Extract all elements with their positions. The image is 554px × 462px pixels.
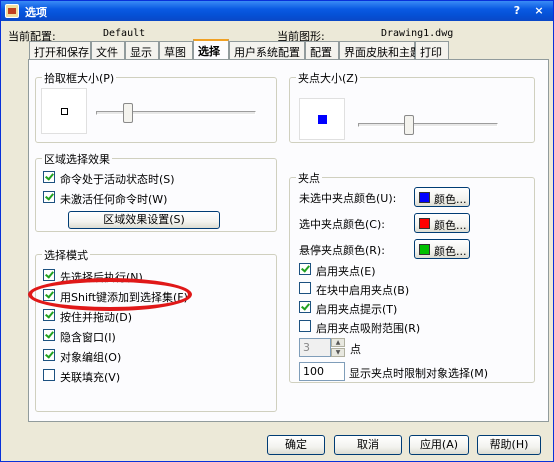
title-bar[interactable]: 选项 ? ×: [1, 1, 553, 21]
tab-open-save[interactable]: 打开和保存: [29, 41, 91, 59]
grip-preview: [299, 98, 345, 140]
checkbox-object-grouping[interactable]: [43, 349, 55, 361]
option-grips-in-blocks[interactable]: 在块中启用夹点(B): [299, 281, 499, 297]
window-title: 选项: [25, 6, 47, 19]
grip-point-spinner[interactable]: ▲ ▼: [331, 338, 345, 357]
tab-skins-themes[interactable]: 界面皮肤和主题: [339, 41, 421, 59]
option-enable-grips[interactable]: 启用夹点(E): [299, 262, 499, 278]
label-grip-tips: 启用夹点提示(T): [316, 303, 398, 316]
grip-size-group: 夹点大小(Z): [289, 70, 535, 143]
pickbox-size-group: 拾取框大小(P): [35, 70, 277, 143]
option-grip-snap-range[interactable]: 启用夹点吸附范围(R): [299, 319, 499, 335]
pickbox-slider-track[interactable]: [96, 111, 256, 115]
blue-swatch-icon: [419, 192, 430, 203]
label-grip-snap-range: 启用夹点吸附范围(R): [316, 322, 421, 335]
checkbox-command-active[interactable]: [43, 171, 55, 183]
checkbox-noun-verb[interactable]: [43, 269, 55, 281]
grip-square-icon: [318, 115, 327, 124]
label-no-command: 未激活任何命令时(W): [60, 193, 168, 206]
unselected-grip-color-button[interactable]: 颜色...: [414, 187, 470, 207]
checkbox-associative-hatch[interactable]: [43, 369, 55, 381]
label-command-active: 命令处于活动状态时(S): [60, 173, 175, 186]
checkbox-no-command[interactable]: [43, 191, 55, 203]
label-implied-window: 隐含窗口(I): [60, 331, 116, 344]
app-icon: [5, 4, 19, 18]
current-profile-value: Default: [103, 28, 146, 39]
grip-slider-thumb[interactable]: [403, 115, 414, 135]
grip-size-title: 夹点大小(Z): [296, 70, 361, 86]
red-swatch-icon: [419, 218, 430, 229]
tab-drafting[interactable]: 草图: [159, 41, 193, 59]
checkbox-grip-tips[interactable]: [299, 301, 311, 313]
label-noun-verb: 先选择后执行(N): [60, 271, 143, 284]
checkbox-enable-grips[interactable]: [299, 263, 311, 275]
label-grips-in-blocks: 在块中启用夹点(B): [316, 284, 410, 297]
option-object-grouping[interactable]: 对象编组(O): [43, 348, 263, 364]
help-icon[interactable]: ?: [507, 3, 527, 19]
tab-display[interactable]: 显示: [125, 41, 159, 59]
label-enable-grips: 启用夹点(E): [316, 265, 376, 278]
help-button[interactable]: 帮助(H): [477, 435, 541, 455]
option-command-active[interactable]: 命令处于活动状态时(S): [43, 170, 263, 186]
checkbox-shift-add[interactable]: [43, 289, 55, 301]
selected-grip-color-button[interactable]: 颜色...: [414, 213, 470, 233]
selected-grip-color-button-label: 颜色...: [434, 219, 467, 232]
grip-slider-track[interactable]: [358, 123, 498, 127]
option-associative-hatch[interactable]: 关联填充(V): [43, 368, 263, 384]
option-noun-verb[interactable]: 先选择后执行(N): [43, 268, 263, 284]
pickbox-preview: [41, 88, 87, 134]
label-associative-hatch: 关联填充(V): [60, 371, 121, 384]
grip-limit-input[interactable]: 100: [299, 362, 345, 381]
pickbox-square-icon: [61, 108, 68, 115]
label-press-drag: 按住并拖动(D): [60, 311, 133, 324]
tab-plot[interactable]: 打印: [415, 41, 449, 59]
selected-grip-color-label: 选中夹点颜色(C):: [299, 218, 385, 231]
spin-down-icon[interactable]: ▼: [331, 348, 345, 357]
hover-grip-color-button[interactable]: 颜色...: [414, 239, 470, 259]
option-no-command[interactable]: 未激活任何命令时(W): [43, 190, 263, 206]
checkbox-grips-in-blocks[interactable]: [299, 282, 311, 294]
selection-tab-panel: 拾取框大小(P) 区域选择效果 命令处于活动状态时(S) 未激活任何命令时(W)…: [28, 59, 549, 422]
grip-point-input[interactable]: 3: [299, 338, 331, 357]
grip-limit-label: 显示夹点时限制对象选择(M): [349, 367, 489, 380]
ok-button[interactable]: 确定: [267, 435, 325, 455]
spin-up-icon[interactable]: ▲: [331, 338, 345, 347]
unselected-grip-color-label: 未选中夹点颜色(U):: [299, 192, 397, 205]
close-icon[interactable]: ×: [529, 3, 549, 19]
hover-grip-color-button-label: 颜色...: [434, 245, 467, 258]
area-effect-settings-button[interactable]: 区域效果设置(S): [68, 211, 220, 229]
grips-title: 夹点: [296, 170, 322, 186]
label-shift-add: 用Shift键添加到选择集(F): [60, 291, 188, 304]
cancel-button[interactable]: 取消: [334, 435, 402, 455]
unselected-grip-color-button-label: 颜色...: [434, 193, 467, 206]
hover-grip-color-label: 悬停夹点颜色(R):: [299, 244, 385, 257]
tab-profiles[interactable]: 配置: [305, 41, 339, 59]
pickbox-slider-thumb[interactable]: [123, 103, 133, 123]
checkbox-press-drag[interactable]: [43, 309, 55, 321]
option-implied-window[interactable]: 隐含窗口(I): [43, 328, 263, 344]
pickbox-size-title: 拾取框大小(P): [42, 70, 117, 86]
tab-user-preferences[interactable]: 用户系统配置: [229, 41, 305, 59]
grip-point-unit: 点: [350, 343, 361, 356]
selection-modes-group: 选择模式 先选择后执行(N) 用Shift键添加到选择集(F) 按住并拖动(D)…: [35, 247, 277, 412]
tab-selection[interactable]: 选择: [193, 39, 229, 60]
checkbox-grip-snap-range[interactable]: [299, 320, 311, 332]
option-shift-add[interactable]: 用Shift键添加到选择集(F): [43, 288, 263, 304]
apply-button[interactable]: 应用(A): [409, 435, 469, 455]
current-drawing-value: Drawing1.dwg: [381, 28, 454, 39]
area-selection-title: 区域选择效果: [42, 151, 112, 167]
selection-modes-title: 选择模式: [42, 247, 90, 263]
grips-group: 夹点 未选中夹点颜色(U): 颜色... 选中夹点颜色(C): 颜色... 悬停…: [289, 170, 535, 383]
options-dialog: 选项 ? × 当前配置: Default 当前图形: Drawing1.dwg …: [0, 0, 554, 462]
label-object-grouping: 对象编组(O): [60, 351, 122, 364]
option-press-drag[interactable]: 按住并拖动(D): [43, 308, 263, 324]
option-grip-tips[interactable]: 启用夹点提示(T): [299, 300, 499, 316]
green-swatch-icon: [419, 244, 430, 255]
tab-files[interactable]: 文件: [91, 41, 125, 59]
area-selection-group: 区域选择效果 命令处于活动状态时(S) 未激活任何命令时(W) 区域效果设置(S…: [35, 151, 277, 232]
checkbox-implied-window[interactable]: [43, 329, 55, 341]
